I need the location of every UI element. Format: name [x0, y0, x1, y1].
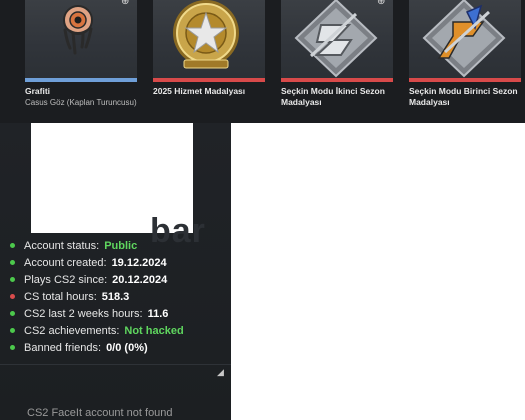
status-dot-icon	[10, 311, 15, 316]
season-one-medal-icon	[422, 0, 506, 78]
season-two-medal-icon	[294, 0, 378, 78]
item-image-card	[409, 0, 521, 78]
inventory-item[interactable]: ⊕ Seçkin Modu İkinci Sezon Madalyası	[281, 0, 393, 108]
inventory-item[interactable]: 2025 Hizmet Madalyası	[153, 0, 265, 97]
stat-row: Account status: Public	[10, 237, 184, 254]
info-icon[interactable]: ⊕	[377, 0, 385, 7]
status-dot-icon	[10, 294, 15, 299]
stat-row: CS2 last 2 weeks hours: 11.6	[10, 305, 184, 322]
account-stats-panel: bar Account status: Public Account create…	[0, 123, 231, 420]
stat-value: 19.12.2024	[111, 256, 167, 269]
stat-row: Banned friends: 0/0 (0%)	[10, 339, 184, 356]
stat-label: Banned friends:	[24, 341, 102, 354]
info-icon[interactable]: ⊕	[121, 0, 129, 7]
stat-value: 0/0 (0%)	[106, 341, 148, 354]
star-medal-icon	[173, 0, 239, 69]
stat-row: Plays CS2 since: 20.12.2024	[10, 271, 184, 288]
rarity-bar	[25, 78, 137, 82]
stat-label: CS2 last 2 weeks hours:	[24, 307, 143, 320]
item-image-card: ⊕	[25, 0, 137, 78]
item-name: 2025 Hizmet Madalyası	[153, 86, 246, 96]
stat-row: CS total hours: 518.3	[10, 288, 184, 305]
status-dot-icon	[10, 243, 15, 248]
stat-value: 20.12.2024	[112, 273, 168, 286]
item-name: Seçkin Modu İkinci Sezon Madalyası	[281, 86, 385, 107]
item-image-card	[153, 0, 265, 78]
status-dot-icon	[10, 277, 15, 282]
stat-value: Not hacked	[124, 324, 184, 337]
stat-value: Public	[104, 239, 138, 252]
item-name: Seçkin Modu Birinci Sezon Madalyası	[409, 86, 518, 107]
item-subtitle: Casus Göz (Kaplan Turuncusu)	[25, 98, 137, 107]
stat-label: CS total hours:	[24, 290, 97, 303]
stat-label: CS2 achievements:	[24, 324, 120, 337]
faceit-status-text: CS2 FaceIt account not found	[27, 407, 173, 419]
stat-value: 518.3	[101, 290, 130, 303]
stat-label: Account status:	[24, 239, 100, 252]
rarity-bar	[153, 78, 265, 82]
status-dot-icon	[10, 260, 15, 265]
item-name: Grafiti	[25, 86, 51, 96]
rarity-bar	[281, 78, 393, 82]
stat-row: Account created: 19.12.2024	[10, 254, 184, 271]
stat-label: Account created:	[24, 256, 107, 269]
rarity-bar	[409, 78, 521, 82]
stat-row: CS2 achievements: Not hacked	[10, 322, 184, 339]
inventory-item[interactable]: Seçkin Modu Birinci Sezon Madalyası	[409, 0, 521, 108]
status-dot-icon	[10, 345, 15, 350]
divider	[0, 364, 231, 365]
stat-value: 11.6	[147, 307, 169, 320]
inventory-strip: ⊕ Grafiti Casus Göz (Kaplan Turuncusu) 2…	[0, 0, 525, 123]
stats-list: Account status: Public Account created: 19…	[10, 237, 184, 356]
status-dot-icon	[10, 328, 15, 333]
corner-arrow-icon[interactable]: ◢	[217, 367, 224, 378]
stat-label: Plays CS2 since:	[24, 273, 108, 286]
inventory-item[interactable]: ⊕ Grafiti Casus Göz (Kaplan Turuncusu)	[25, 0, 137, 108]
eye-graffiti-icon	[63, 5, 93, 55]
item-image-card: ⊕	[281, 0, 393, 78]
